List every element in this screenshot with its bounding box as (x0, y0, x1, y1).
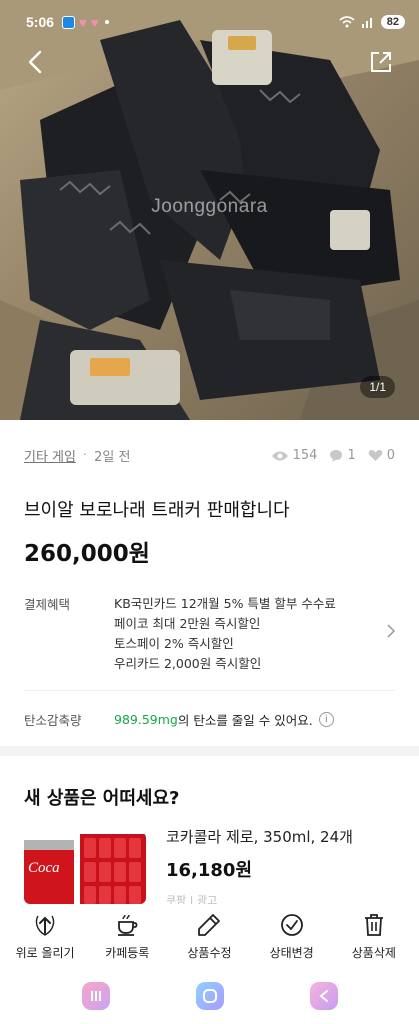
recommend-product-image[interactable]: Coca (24, 832, 146, 904)
chat-icon (330, 450, 343, 462)
notification-icons: ♥ ♥ (62, 14, 110, 30)
home-icon (202, 989, 217, 1003)
benefit-line: 우리카드 2,000원 즉시할인 (114, 656, 262, 671)
photo-watermark: Joonggonara (151, 196, 268, 217)
carbon-label: 탄소감축량 (24, 713, 82, 728)
photo-pager: 1/1 (360, 376, 395, 398)
product-meta: 기타 게임 · 2일 전 154 1 0 (24, 446, 395, 465)
edit-product-button[interactable]: 상품수정 (169, 904, 249, 968)
recent-apps-icon (90, 991, 101, 1001)
svg-text:Coca: Coca (28, 860, 60, 876)
carbon-reduction: 탄소감축량 989.59mg 의 탄소를 줄일 수 있어요. i (24, 710, 395, 729)
system-back-icon (318, 990, 328, 1002)
bump-up-button[interactable]: 위로 올리기 (5, 904, 85, 968)
chevron-right-icon (387, 624, 395, 638)
views-count: 154 (292, 448, 318, 463)
app-notification-icon (62, 15, 76, 29)
product-price: 260,000원 (24, 541, 150, 567)
recommend-heading: 새 상품은 어떠세요? (24, 788, 180, 809)
category-link[interactable]: 기타 게임 (24, 446, 76, 465)
section-divider (0, 746, 419, 756)
back-arrow-icon (28, 50, 42, 74)
system-nav-bar (0, 968, 419, 1024)
benefits-label: 결제혜택 (24, 597, 71, 612)
cafe-register-label: 카페등록 (105, 946, 150, 960)
meta-separator: · (82, 448, 88, 463)
likes-count: 0 (386, 448, 395, 463)
heart-notification-icon-2: ♥ (90, 14, 99, 30)
carbon-amount: 989.59mg (114, 712, 178, 727)
info-icon[interactable]: i (318, 712, 334, 727)
change-status-label: 상태변경 (269, 946, 314, 960)
system-back-button[interactable] (309, 982, 338, 1010)
battery-indicator: 82 (380, 15, 405, 29)
share-button[interactable] (363, 44, 399, 80)
delete-product-button[interactable]: 상품삭제 (334, 904, 414, 968)
signal-icon (361, 18, 372, 28)
views-stat: 154 (271, 448, 318, 463)
status-right: 82 (339, 15, 405, 29)
chats-count: 1 (347, 448, 356, 463)
back-button[interactable] (18, 44, 54, 80)
product-stats: 154 1 0 (271, 448, 395, 463)
trash-icon (364, 914, 383, 936)
recommend-product-name[interactable]: 코카콜라 제로, 350ml, 24개 (166, 826, 353, 847)
status-time: 5:06 (26, 14, 55, 30)
product-title: 브이알 보로나래 트래커 판매합니다 (24, 500, 290, 521)
change-status-button[interactable]: 상태변경 (252, 904, 332, 968)
posted-time: 2일 전 (94, 450, 131, 465)
benefits-list: KB국민카드 12개월 5% 특별 할부 수수료 페이코 최대 2만원 즉시할인… (114, 594, 336, 674)
chats-stat: 1 (329, 448, 356, 463)
share-icon (371, 52, 391, 72)
bump-up-icon (35, 915, 55, 936)
heart-notification-icon: ♥ (79, 14, 87, 30)
carbon-text: 의 탄소를 줄일 수 있어요. (177, 713, 313, 728)
delete-product-label: 상품삭제 (351, 946, 396, 960)
cafe-register-button[interactable]: 카페등록 (87, 904, 167, 968)
recommend-product-price: 16,180원 (166, 860, 253, 881)
product-photo[interactable]: Joonggonara 5:06 ♥ ♥ 82 1/1 (0, 0, 419, 420)
divider (24, 690, 395, 691)
likes-stat: 0 (368, 448, 395, 463)
pencil-icon (198, 914, 221, 936)
check-circle-icon (280, 914, 303, 936)
wifi-icon (339, 16, 355, 28)
eye-icon (271, 451, 288, 460)
more-notifications-icon (105, 20, 110, 24)
coffee-cup-icon (118, 914, 138, 936)
benefit-line: 토스페이 2% 즉시할인 (114, 636, 234, 651)
coke-can-image: Coca (24, 834, 146, 904)
recent-apps-button[interactable] (81, 982, 110, 1010)
status-bar: 5:06 ♥ ♥ 82 (0, 0, 419, 44)
edit-product-label: 상품수정 (187, 946, 232, 960)
bump-up-label: 위로 올리기 (15, 946, 75, 960)
benefit-line: 페이코 최대 2만원 즉시할인 (114, 616, 261, 631)
home-button[interactable] (195, 982, 224, 1010)
seller-action-bar: 위로 올리기 카페등록 상품수정 상태변경 상품삭제 (0, 904, 419, 968)
benefit-line: KB국민카드 12개월 5% 특별 할부 수수료 (114, 596, 336, 611)
heart-icon (368, 449, 383, 461)
